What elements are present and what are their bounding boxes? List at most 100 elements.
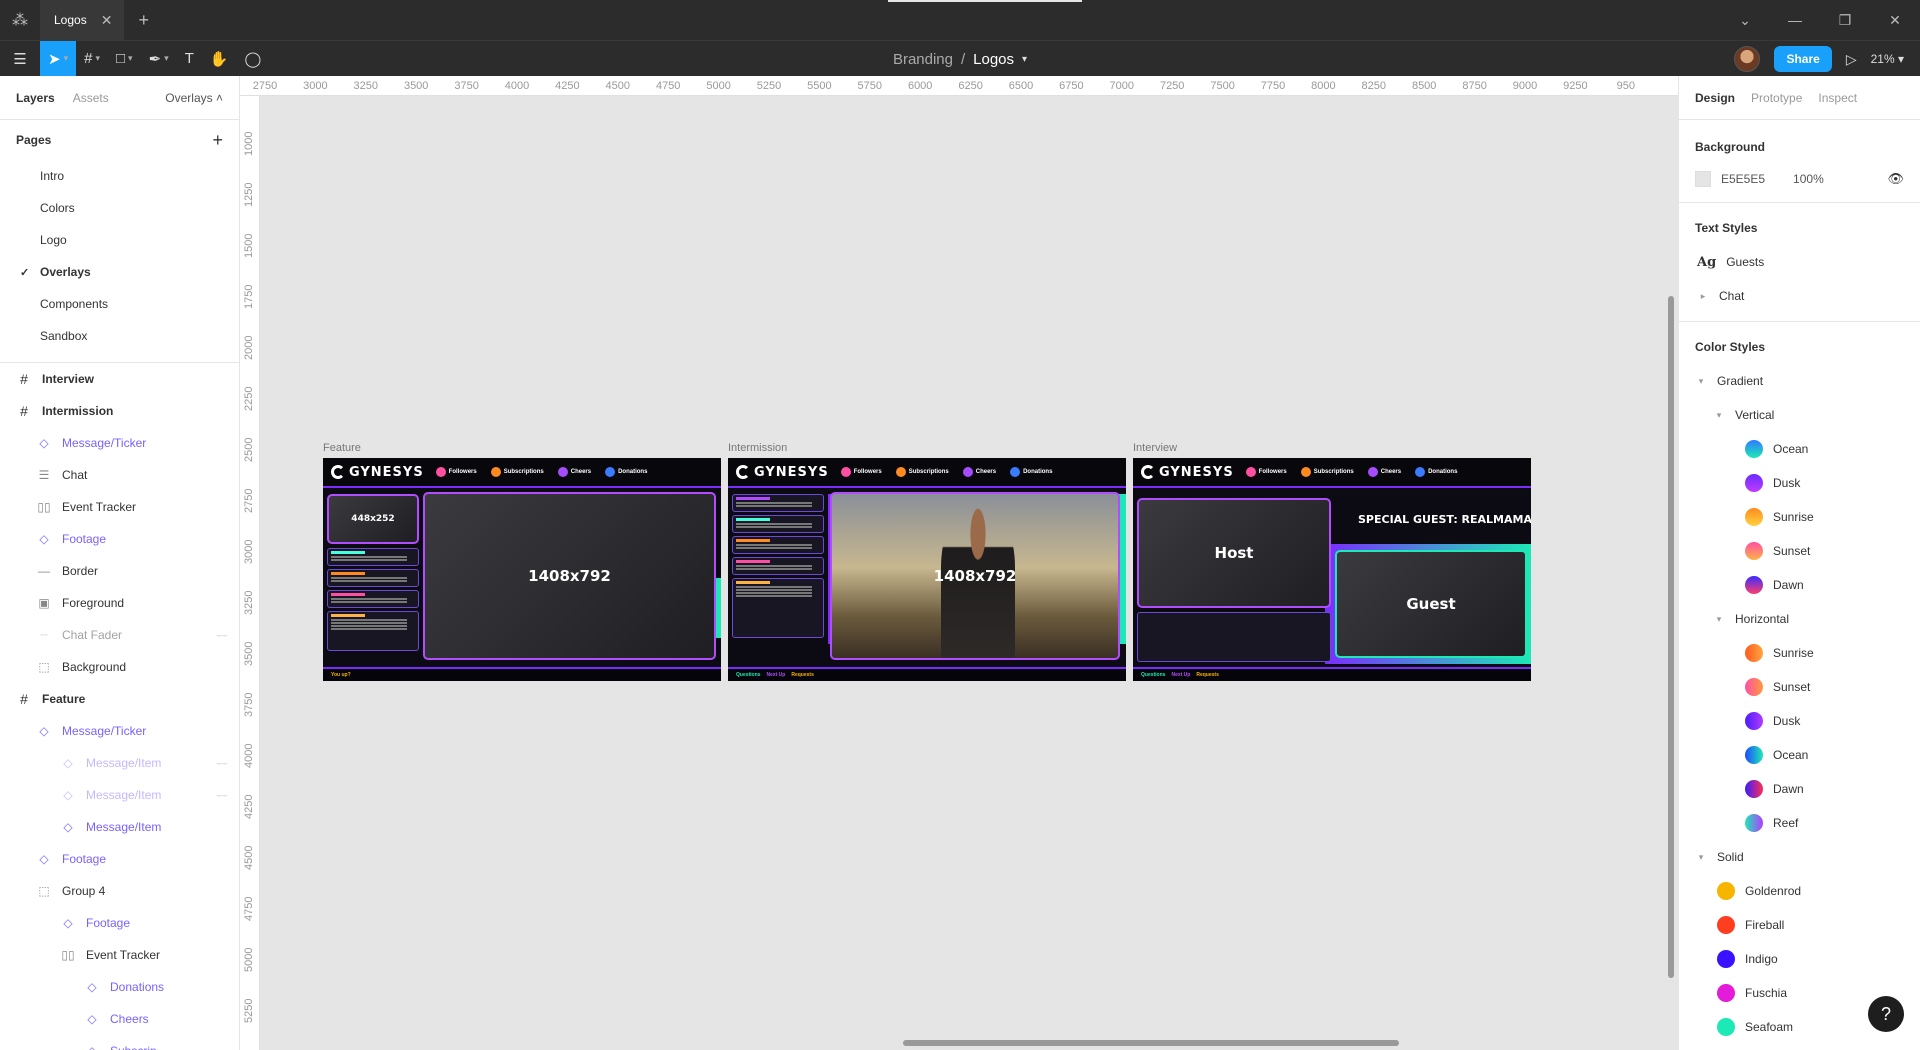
layer-item[interactable]: ◇ Message/Item <box>0 811 239 843</box>
tab-layers[interactable]: Layers <box>16 91 55 105</box>
color-style-item[interactable]: Ocean <box>1679 738 1920 772</box>
tab-prototype[interactable]: Prototype <box>1751 91 1802 105</box>
share-button[interactable]: Share <box>1774 46 1832 72</box>
stat-icon <box>840 467 851 477</box>
tab-inspect[interactable]: Inspect <box>1818 91 1857 105</box>
background-swatch[interactable] <box>1695 171 1711 187</box>
layer-item[interactable]: # Interview <box>0 363 239 395</box>
vertical-scrollbar[interactable] <box>1668 296 1674 978</box>
frame-label-interview[interactable]: Interview <box>1133 442 1177 454</box>
color-style-item[interactable]: Dawn <box>1679 568 1920 602</box>
move-tool[interactable]: ➤ ▾ <box>40 40 77 77</box>
layer-item[interactable]: ⬚ Background <box>0 651 239 683</box>
layer-item[interactable]: ▣ Foreground <box>0 587 239 619</box>
tab-design[interactable]: Design <box>1695 91 1735 105</box>
figma-menu-icon[interactable]: ⁂ <box>0 0 40 40</box>
artboard-intermission[interactable]: GYNESYS Followers Subscriptions Cheers Dona… <box>728 458 1126 681</box>
artboard-feature[interactable]: GYNESYS Followers Subscriptions Cheers Dona… <box>323 458 721 681</box>
close-tab-icon[interactable]: ✕ <box>101 12 113 29</box>
layer-item[interactable]: # Intermission <box>0 395 239 427</box>
new-tab-icon[interactable]: + <box>138 10 149 31</box>
breadcrumb-project[interactable]: Branding <box>893 51 953 68</box>
hidden-eye-icon[interactable]: ⌣⌣ <box>216 790 228 801</box>
color-style-item[interactable]: Sunrise <box>1679 500 1920 534</box>
color-style-item[interactable]: Sunrise <box>1679 636 1920 670</box>
stat-text: Cheers <box>1381 469 1401 475</box>
pen-tool[interactable]: ✒ ▾ <box>141 41 177 77</box>
hidden-eye-icon[interactable]: ⌣⌣ <box>216 758 228 769</box>
color-style-item[interactable]: Dawn <box>1679 772 1920 806</box>
color-style-item[interactable]: Dusk <box>1679 704 1920 738</box>
frame-tool[interactable]: # ▾ <box>76 41 108 77</box>
text-style-item[interactable]: Ag Guests <box>1679 245 1920 279</box>
color-style-group[interactable]: ▾ Vertical <box>1679 398 1920 432</box>
comment-tool[interactable]: ◯ <box>237 41 270 77</box>
breadcrumb-file[interactable]: Logos <box>973 51 1014 68</box>
help-button[interactable]: ? <box>1868 996 1904 1032</box>
layer-item[interactable]: ◇ Footage <box>0 523 239 555</box>
color-style-item[interactable]: Sunset <box>1679 534 1920 568</box>
color-style-item[interactable]: Ocean <box>1679 432 1920 466</box>
hidden-eye-icon[interactable]: ⌣⌣ <box>216 630 228 641</box>
layer-item[interactable]: ▯▯ Event Tracker <box>0 939 239 971</box>
layer-item[interactable]: ◇ Message/Ticker <box>0 427 239 459</box>
layer-item[interactable]: ▯▯ Event Tracker <box>0 491 239 523</box>
close-window-icon[interactable]: ✕ <box>1870 12 1920 29</box>
color-style-group[interactable]: ▾ Solid <box>1679 840 1920 874</box>
layer-item[interactable]: ◇ Message/Ticker <box>0 715 239 747</box>
frame-label-intermission[interactable]: Intermission <box>728 442 787 454</box>
present-icon[interactable]: ▷ <box>1846 51 1857 68</box>
shape-tool[interactable]: □ ▾ <box>108 41 141 77</box>
eye-icon[interactable]: 👁 <box>1887 171 1904 187</box>
background-opacity[interactable]: 100% <box>1793 172 1824 186</box>
page-item[interactable]: Colors <box>0 192 239 224</box>
layer-item[interactable]: ◇ Message/Item ⌣⌣ <box>0 747 239 779</box>
horizontal-scrollbar[interactable] <box>903 1040 1399 1046</box>
color-style-item[interactable]: Reef <box>1679 806 1920 840</box>
frame-label-feature[interactable]: Feature <box>323 442 361 454</box>
minimize-icon[interactable]: — <box>1770 12 1820 28</box>
text-style-group[interactable]: ▸ Chat <box>1679 279 1920 313</box>
page-selector[interactable]: Overlays ˄ <box>165 91 223 105</box>
background-hex[interactable]: E5E5E5 <box>1721 172 1765 186</box>
color-style-item[interactable]: Fireball <box>1679 908 1920 942</box>
avatar[interactable] <box>1734 46 1761 72</box>
page-item[interactable]: Components <box>0 288 239 320</box>
tab-assets[interactable]: Assets <box>73 91 109 105</box>
color-style-item[interactable]: Sunset <box>1679 670 1920 704</box>
layer-item[interactable]: — Border <box>0 555 239 587</box>
layer-item[interactable]: ◇ Footage <box>0 843 239 875</box>
canvas[interactable]: 2750 3000 3250 3500 3750 4000 4250 4500 4750 5000… <box>240 76 1678 1050</box>
layer-item[interactable]: ☰ Chat <box>0 459 239 491</box>
text-tool[interactable]: T <box>177 41 202 77</box>
page-item[interactable]: Sandbox <box>0 320 239 352</box>
color-style-group[interactable]: ▾ Horizontal <box>1679 602 1920 636</box>
tabs-dropdown-icon[interactable]: ⌄ <box>1720 12 1770 29</box>
chevron-down-icon[interactable]: ▾ <box>1022 54 1027 65</box>
color-style-item[interactable]: Goldenrod <box>1679 874 1920 908</box>
layer-item[interactable]: ◇ Cheers <box>0 1003 239 1035</box>
layer-item[interactable]: ⬚ Group 4 <box>0 875 239 907</box>
page-item[interactable]: ✓ Overlays <box>0 256 239 288</box>
file-tab[interactable]: Logos ✕ <box>40 0 125 40</box>
chevron-up-icon: ˄ <box>215 90 223 105</box>
ruler-tick-label: 4250 <box>555 80 580 92</box>
hand-tool[interactable]: ✋ <box>202 41 237 77</box>
layer-item[interactable]: ◇ Donations <box>0 971 239 1003</box>
layer-item[interactable]: ◇ Footage <box>0 907 239 939</box>
layer-item[interactable]: ┈ Chat Fader ⌣⌣ <box>0 619 239 651</box>
page-item[interactable]: Logo <box>0 224 239 256</box>
layer-item[interactable]: # Feature <box>0 683 239 715</box>
layer-item[interactable]: ◇ Message/Item ⌣⌣ <box>0 779 239 811</box>
page-item[interactable]: Intro <box>0 160 239 192</box>
color-style-item[interactable]: Indigo <box>1679 942 1920 976</box>
color-style-item[interactable]: Dusk <box>1679 466 1920 500</box>
zoom-dropdown[interactable]: 21% ▾ <box>1871 52 1904 66</box>
color-style-group[interactable]: ▾ Gradient <box>1679 364 1920 398</box>
message-item <box>327 548 419 566</box>
layer-item[interactable]: ◇ Subscrip... <box>0 1035 239 1050</box>
main-menu-icon[interactable]: ☰ <box>0 41 40 77</box>
add-page-icon[interactable]: + <box>212 130 223 151</box>
restore-icon[interactable]: ❐ <box>1820 12 1870 29</box>
artboard-interview[interactable]: GYNESYS Followers Subscriptions Cheers Dona… <box>1133 458 1531 681</box>
